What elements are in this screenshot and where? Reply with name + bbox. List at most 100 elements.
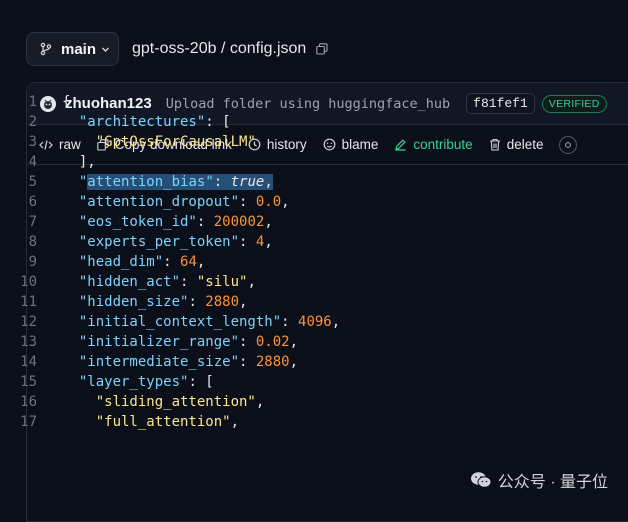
line-number[interactable]: 10: [0, 272, 37, 292]
code-token: ,: [239, 294, 248, 310]
line-content: "layer_types": [: [37, 372, 214, 392]
code-token: ,: [331, 314, 341, 330]
code-line: 16 "sliding_attention",: [0, 392, 628, 412]
line-number[interactable]: 8: [0, 232, 37, 252]
code-token: "sliding_attention": [95, 394, 256, 410]
code-token: :: [239, 234, 256, 250]
code-token: :: [281, 314, 299, 330]
code-line: 7 "eos_token_id": 200002,: [0, 212, 628, 232]
code-viewer: 1{2 "architectures": [3 "GptOssForCausal…: [0, 92, 628, 432]
line-content: "head_dim": 64,: [37, 252, 205, 272]
line-content: {: [37, 92, 70, 112]
line-number[interactable]: 15: [0, 372, 37, 392]
chevron-down-icon: [102, 47, 109, 52]
watermark-text: 公众号 · 量子位: [497, 474, 608, 491]
file-path-text: gpt-oss-20b / config.json: [132, 40, 307, 57]
code-token: 64: [180, 254, 197, 270]
code-token: "hidden_size": [78, 294, 189, 310]
code-token: ,: [289, 354, 299, 370]
code-token: :: [196, 214, 214, 230]
code-token: : [: [205, 114, 231, 130]
code-token: "silu": [196, 274, 248, 290]
line-number[interactable]: 16: [0, 392, 37, 412]
code-token: :: [239, 194, 256, 210]
wechat-icon: [470, 472, 492, 488]
line-content: "hidden_act": "silu",: [37, 272, 256, 292]
code-line: 1{: [0, 92, 628, 112]
code-token: ,: [289, 334, 299, 350]
code-line: 2 "architectures": [: [0, 112, 628, 132]
code-line: 12 "initial_context_length": 4096,: [0, 312, 628, 332]
line-number[interactable]: 5: [0, 172, 37, 192]
line-number[interactable]: 12: [0, 312, 37, 332]
code-line: 13 "initializer_range": 0.02,: [0, 332, 628, 352]
code-line: 9 "head_dim": 64,: [0, 252, 628, 272]
code-line: 4 ],: [0, 152, 628, 172]
code-token: {: [62, 94, 71, 110]
code-token: :: [213, 174, 231, 190]
line-content: "hidden_size": 2880,: [37, 292, 248, 312]
line-number[interactable]: 9: [0, 252, 37, 272]
code-line: 17 "full_attention",: [0, 412, 628, 432]
code-token: "head_dim": [78, 254, 164, 270]
code-token: 2880: [205, 294, 240, 310]
code-token: :: [239, 334, 256, 350]
code-token: ,: [264, 174, 273, 190]
code-token: 0.02: [255, 334, 290, 350]
line-number[interactable]: 11: [0, 292, 37, 312]
line-content: "attention_bias": true,: [37, 172, 273, 192]
code-token: "full_attention": [95, 414, 231, 430]
code-line: 6 "attention_dropout": 0.0,: [0, 192, 628, 212]
line-content: "sliding_attention",: [37, 392, 265, 412]
code-token: "initializer_range": [78, 334, 240, 350]
code-token: ,: [255, 394, 265, 410]
code-token: ,: [281, 194, 290, 210]
line-number[interactable]: 6: [0, 192, 37, 212]
git-branch-icon: [40, 42, 52, 56]
line-number[interactable]: 1: [0, 92, 37, 112]
line-number[interactable]: 3: [0, 132, 37, 152]
line-number[interactable]: 2: [0, 112, 37, 132]
copy-path-icon[interactable]: [316, 43, 328, 55]
code-token: 0.0: [255, 194, 282, 210]
code-token: :: [163, 254, 181, 270]
code-token: ,: [247, 274, 256, 290]
line-number[interactable]: 14: [0, 352, 37, 372]
line-number[interactable]: 4: [0, 152, 37, 172]
code-token: "eos_token_id": [78, 214, 197, 230]
code-token: ,: [196, 254, 206, 270]
code-line: 5 "attention_bias": true,: [0, 172, 628, 192]
line-content: "experts_per_token": 4,: [37, 232, 273, 252]
code-token: :: [239, 354, 256, 370]
line-content: "initial_context_length": 4096,: [37, 312, 340, 332]
code-token: "layer_types": [78, 374, 189, 390]
code-token: "GptOssForCausalLM": [95, 134, 256, 150]
code-token: ": [205, 174, 214, 190]
code-token: ,: [264, 214, 273, 230]
code-token: "hidden_act": [78, 274, 181, 290]
code-token: :: [180, 274, 197, 290]
code-line: 8 "experts_per_token": 4,: [0, 232, 628, 252]
line-number[interactable]: 17: [0, 412, 37, 432]
line-number[interactable]: 13: [0, 332, 37, 352]
code-token: "architectures": [78, 114, 206, 130]
line-number[interactable]: 7: [0, 212, 37, 232]
line-content: "GptOssForCausalLM": [37, 132, 256, 152]
branch-selector[interactable]: main: [26, 32, 119, 66]
code-token: 4096: [298, 314, 332, 330]
line-content: ],: [37, 152, 96, 172]
line-content: "attention_dropout": 0.0,: [37, 192, 290, 212]
code-token: attention_bias: [87, 174, 206, 190]
code-line: 11 "hidden_size": 2880,: [0, 292, 628, 312]
